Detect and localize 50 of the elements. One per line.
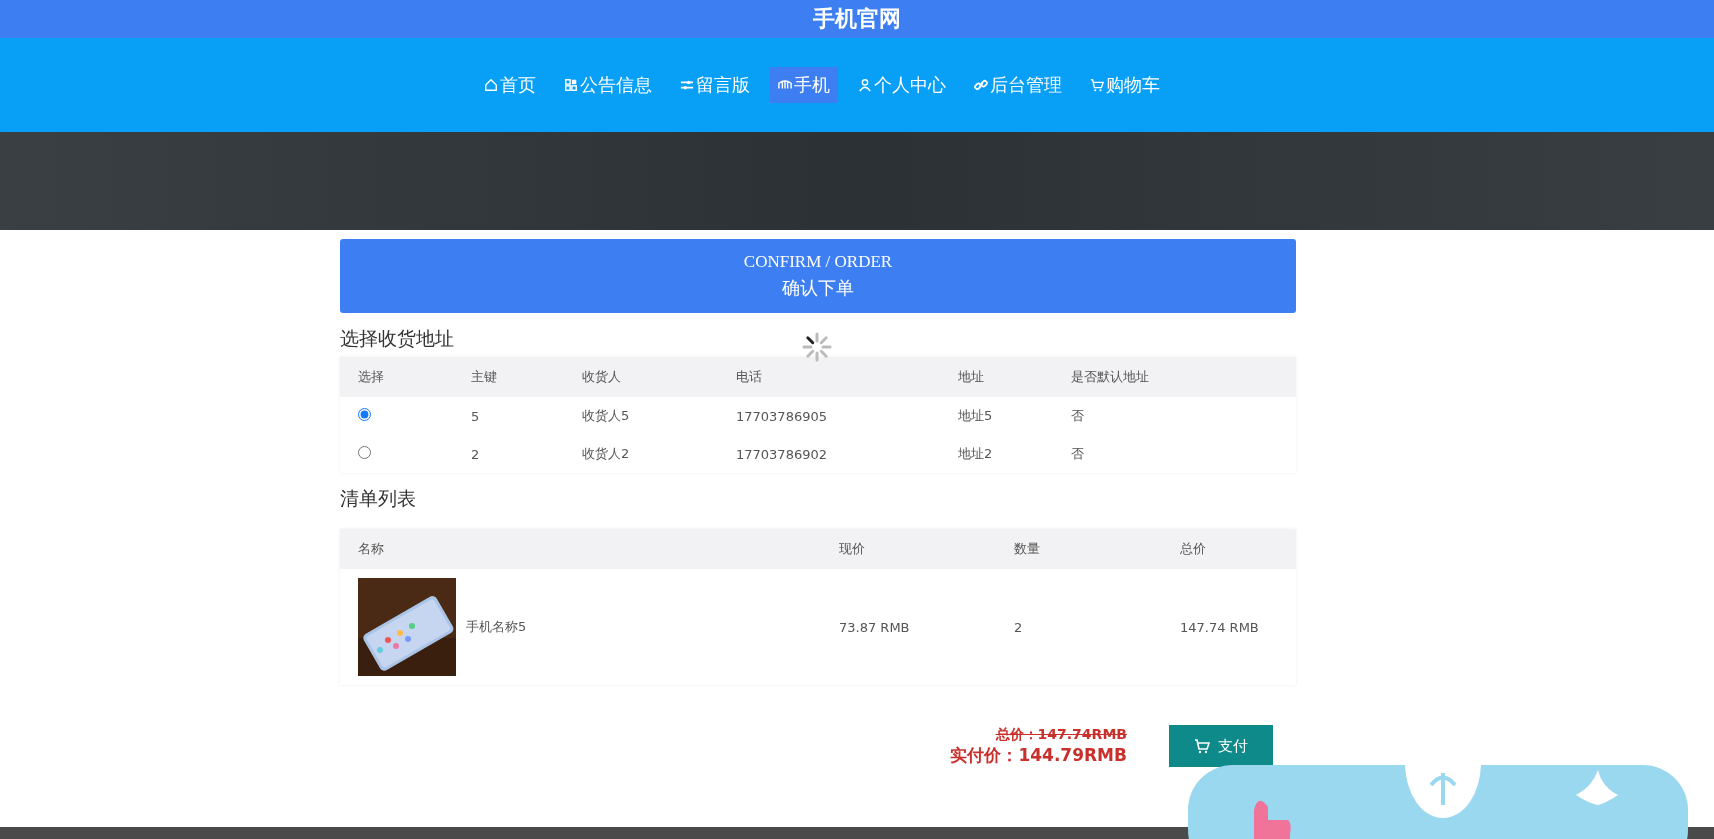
- bookshelf-icon: [778, 78, 792, 92]
- address-radio[interactable]: [358, 408, 371, 421]
- link-icon: [974, 78, 988, 92]
- table-cell-text: 17703786902: [736, 446, 828, 462]
- column-header: 主键: [471, 368, 498, 386]
- sliders-icon: [680, 78, 694, 92]
- nav-item[interactable]: 首页: [476, 67, 544, 103]
- table-cell-text: 5: [471, 408, 481, 424]
- table-cell-text: 2: [1014, 619, 1024, 635]
- column-header: 收货人: [582, 368, 622, 386]
- column-header: 总价: [1180, 540, 1207, 558]
- user-icon: [858, 78, 872, 92]
- grid-icon: [564, 78, 578, 92]
- table-cell-text: 收货人2: [582, 445, 631, 463]
- table-cell-text: 2: [471, 446, 481, 462]
- section-title: 清单列表: [340, 486, 416, 511]
- pay-button[interactable]: 支付: [1169, 725, 1273, 767]
- column-header: 选择: [358, 368, 385, 386]
- actual-total: 实付价：144.79RMB: [950, 743, 1127, 767]
- nav-item[interactable]: 公告信息: [556, 67, 660, 103]
- column-header: 名称: [358, 540, 385, 558]
- cart-icon: [1194, 738, 1210, 754]
- table-cell-text: 73.87 RMB: [839, 619, 911, 635]
- original-total: 总价：147.74RMB: [995, 725, 1127, 744]
- column-header: 地址: [958, 368, 985, 386]
- column-header: 数量: [1014, 540, 1041, 558]
- column-header: 是否默认地址: [1071, 368, 1150, 386]
- table-cell-text: 地址5: [958, 407, 994, 425]
- table-cell-text: 否: [1071, 407, 1085, 425]
- table-cell-text: 17703786905: [736, 408, 828, 424]
- nav-item[interactable]: 手机: [770, 67, 838, 103]
- home-icon: [484, 78, 498, 92]
- site-title: 手机官网: [813, 5, 901, 33]
- loading-spinner-icon: [801, 331, 833, 363]
- table-cell-text: 收货人5: [582, 407, 631, 425]
- nav-item[interactable]: 后台管理: [966, 67, 1070, 103]
- section-title: 选择收货地址: [340, 326, 454, 351]
- nav-item[interactable]: 购物车: [1082, 67, 1168, 103]
- banner-title: CONFIRM / ORDER: [743, 252, 893, 272]
- column-header: 电话: [736, 368, 763, 386]
- product-name: 手机名称5: [466, 618, 527, 636]
- table-cell-text: 地址2: [958, 445, 994, 463]
- nav-item[interactable]: 个人中心: [850, 67, 954, 103]
- nav-item[interactable]: 留言版: [672, 67, 758, 103]
- cart-icon: [1090, 78, 1104, 92]
- column-header: 现价: [839, 540, 866, 558]
- address-radio[interactable]: [358, 446, 371, 459]
- table-cell-text: 147.74 RMB: [1180, 619, 1260, 635]
- table-cell-text: 否: [1071, 445, 1085, 463]
- banner-subtitle: 确认下单: [782, 277, 854, 300]
